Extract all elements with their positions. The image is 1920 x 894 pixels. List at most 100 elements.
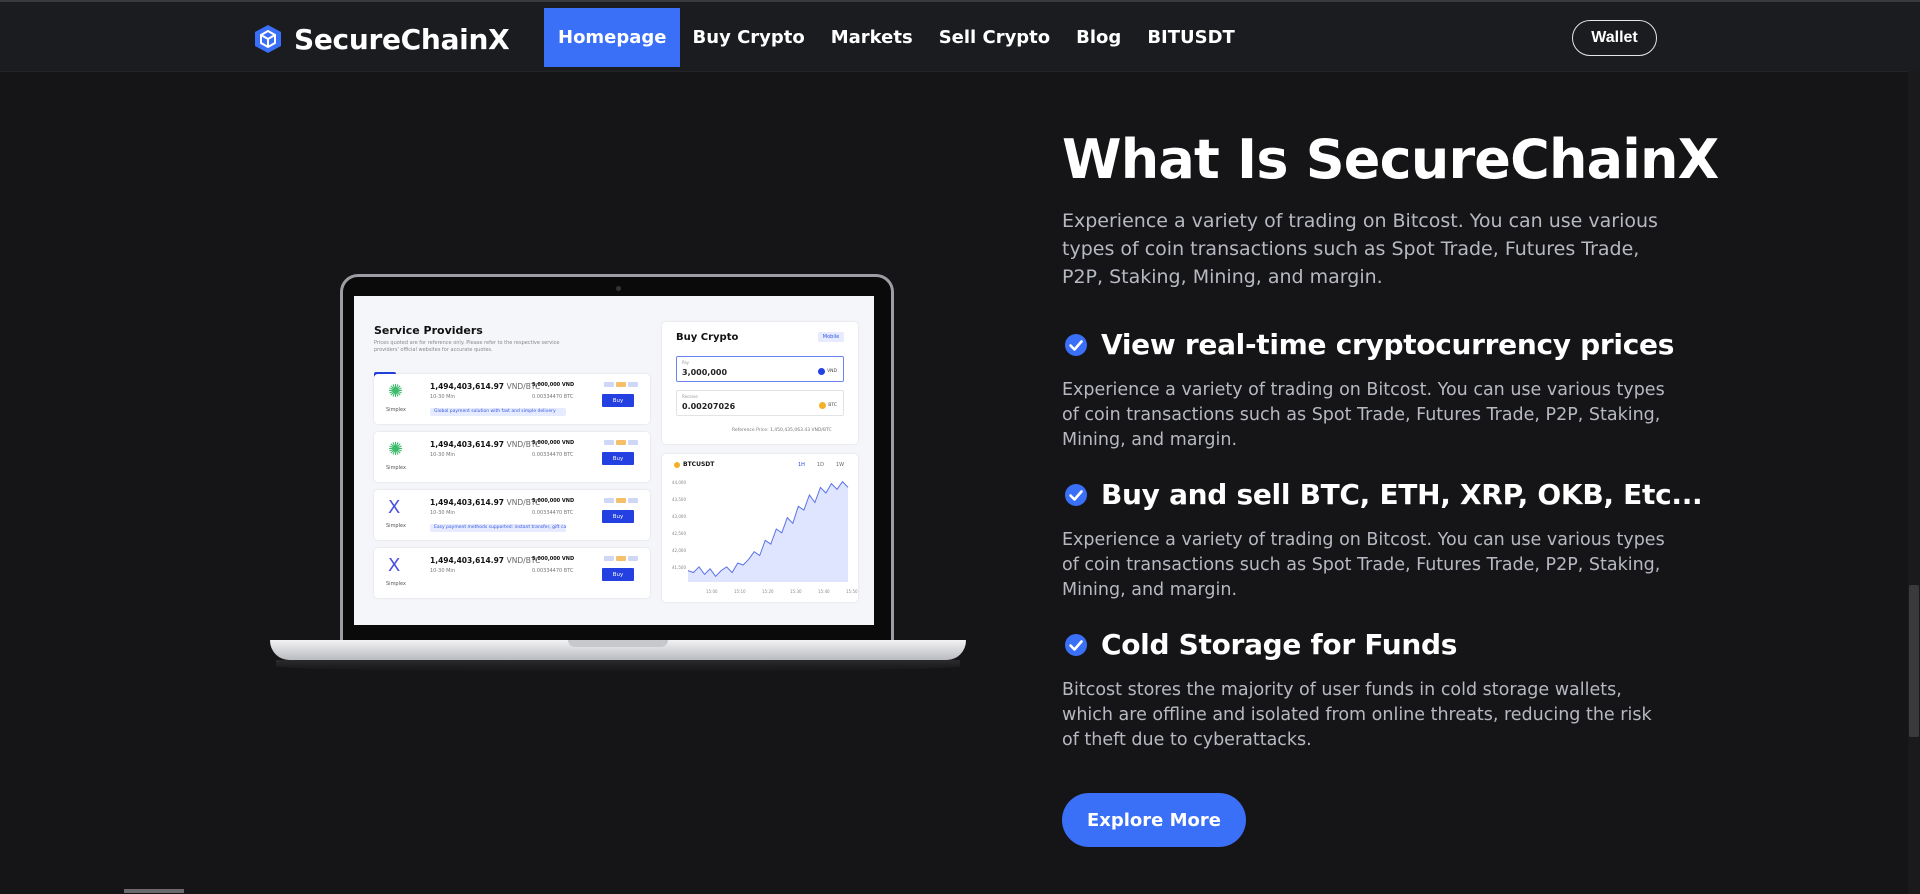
y-tick-label: 43,500	[672, 497, 686, 502]
feature-description: Experience a variety of trading on Bitco…	[1062, 380, 1665, 450]
nav-buy-crypto[interactable]: Buy Crypto	[680, 8, 818, 67]
price-chart-panel: BTCUSDT 1H 1D 1W 44,000 43,500 43,000 42,50…	[662, 454, 858, 602]
provider-time: 10-30 Min	[430, 568, 455, 574]
provider-limit: 5,000,000 VND	[532, 440, 575, 446]
receive-currency: BTC	[819, 402, 837, 409]
check-circle-icon	[1065, 633, 1087, 656]
x-tick-label: 15:00	[706, 589, 718, 594]
y-tick-label: 42,000	[672, 548, 686, 553]
provider-price: 1,494,403,614.97 VND/BTC	[430, 382, 541, 391]
buy-panel-title: Buy Crypto	[676, 332, 739, 343]
providers-note: Prices quoted are for reference only. Pl…	[374, 340, 560, 353]
feature-title: Buy and sell BTC, ETH, XRP, OKB, Etc...	[1101, 478, 1703, 511]
provider-card: X Simplex 1,494,403,614.97 VND/BTC 10-30 Mi…	[374, 548, 650, 598]
laptop-mockup-image: Service Providers Prices quoted are for …	[270, 274, 966, 678]
feature-buy-sell: Buy and sell BTC, ETH, XRP, OKB, Etc...	[1064, 478, 1703, 511]
provider-logo-icon: ✺	[388, 381, 404, 402]
provider-price: 1,494,403,614.97 VND/BTC	[430, 556, 541, 565]
payment-methods	[604, 382, 638, 387]
wallet-button[interactable]: Wallet	[1572, 20, 1657, 56]
receive-field: Receive 0.00207026 BTC	[676, 390, 844, 416]
provider-promo: Global payment solution with fast and si…	[430, 408, 566, 416]
providers-title: Service Providers	[374, 324, 483, 337]
provider-price: 1,494,403,614.97 VND/BTC	[430, 498, 541, 507]
x-tick-label: 15:10	[734, 589, 746, 594]
pay-field: Pay 3,000,000 VND	[676, 356, 844, 382]
provider-time: 10-30 Min	[430, 394, 455, 400]
payment-methods	[604, 440, 638, 445]
feature-title: Cold Storage for Funds	[1101, 628, 1458, 661]
receive-value: 0.00207026	[682, 402, 736, 411]
y-tick-label: 42,500	[672, 531, 686, 536]
provider-time: 10-30 Min	[430, 510, 455, 516]
provider-logo-icon: X	[388, 555, 401, 576]
provider-logo-icon: X	[388, 497, 401, 518]
cube-icon	[255, 25, 281, 53]
feature-cold-storage: Cold Storage for Funds	[1064, 628, 1457, 661]
buy-panel-tag: Mobile	[818, 332, 844, 342]
provider-name: Simplex	[386, 465, 406, 471]
brand-name: SecureChainX	[294, 22, 510, 56]
feature-description: Bitcost stores the majority of user fund…	[1062, 680, 1652, 750]
feature-title: View real-time cryptocurrency prices	[1101, 328, 1675, 361]
check-circle-icon	[1065, 483, 1087, 506]
provider-limit-btc: 0.00334470 BTC	[532, 510, 574, 516]
provider-limit: 5,000,000 VND	[532, 556, 575, 562]
explore-more-button[interactable]: Explore More	[1062, 793, 1246, 847]
x-tick-label: 15:30	[790, 589, 802, 594]
btc-price-chart: 44,000 43,500 43,000 42,500 42,000 41,500 15:0…	[672, 480, 858, 594]
horizontal-scroll-indicator	[124, 889, 184, 893]
provider-buy-button: Buy	[602, 510, 634, 523]
provider-name: Simplex	[386, 581, 406, 587]
provider-buy-button: Buy	[602, 394, 634, 407]
laptop-notch	[568, 640, 668, 647]
main-nav: Homepage Buy Crypto Markets Sell Crypto …	[544, 8, 1248, 67]
nav-homepage[interactable]: Homepage	[544, 8, 680, 67]
feature-realtime-prices: View real-time cryptocurrency prices	[1064, 328, 1674, 361]
payment-methods	[604, 556, 638, 561]
nav-sell-crypto[interactable]: Sell Crypto	[926, 8, 1063, 67]
buy-crypto-panel: Buy Crypto Mobile Pay 3,000,000 VND Rece…	[662, 322, 858, 444]
nav-markets[interactable]: Markets	[818, 8, 926, 67]
provider-limit-btc: 0.00334470 BTC	[532, 568, 574, 574]
provider-card: X Simplex 1,494,403,614.97 VND/BTC 10-30 Mi…	[374, 490, 650, 540]
page-scrollbar[interactable]	[1908, 71, 1920, 894]
provider-card: ✺ Simplex 1,494,403,614.97 VND/BTC 10-30 Mi…	[374, 432, 650, 482]
provider-price: 1,494,403,614.97 VND/BTC	[430, 440, 541, 449]
provider-logo-icon: ✺	[388, 439, 404, 460]
provider-limit: 5,000,000 VND	[532, 382, 575, 388]
laptop-screen: Service Providers Prices quoted are for …	[354, 296, 874, 625]
chart-area	[688, 481, 848, 582]
provider-card: ✺ Simplex 1,494,403,614.97 VND/BTC 10-30 Mi…	[374, 374, 650, 424]
provider-name: Simplex	[386, 407, 406, 413]
section-title: What Is SecureChainX	[1062, 128, 1719, 191]
x-tick-label: 15:50	[846, 589, 858, 594]
reference-price: Reference Price: 1,450,435,063.43 VND/BT…	[732, 428, 832, 433]
scrollbar-thumb[interactable]	[1909, 585, 1919, 737]
provider-promo: Easy payment methods supported: instant …	[430, 524, 566, 532]
laptop-shadow	[276, 660, 960, 672]
feature-description: Experience a variety of trading on Bitco…	[1062, 530, 1665, 600]
pay-value: 3,000,000	[682, 368, 728, 377]
section-intro: Experience a variety of trading on Bitco…	[1062, 210, 1658, 288]
nav-blog[interactable]: Blog	[1063, 8, 1134, 67]
payment-methods	[604, 498, 638, 503]
provider-buy-button: Buy	[602, 568, 634, 581]
y-tick-label: 41,500	[672, 565, 686, 570]
laptop-camera	[616, 286, 621, 291]
provider-time: 10-30 Min	[430, 452, 455, 458]
brand-logo-link[interactable]: SecureChainX	[252, 20, 510, 58]
provider-limit-btc: 0.00334470 BTC	[532, 394, 574, 400]
provider-limit: 5,000,000 VND	[532, 498, 575, 504]
check-circle-icon	[1065, 333, 1087, 356]
pay-currency: VND	[818, 368, 837, 375]
nav-bitusdt[interactable]: BITUSDT	[1134, 8, 1248, 67]
x-tick-label: 15:40	[818, 589, 830, 594]
provider-buy-button: Buy	[602, 452, 634, 465]
y-tick-label: 43,000	[672, 514, 686, 519]
pay-label: Pay	[682, 360, 690, 365]
provider-limit-btc: 0.00334470 BTC	[532, 452, 574, 458]
site-header: SecureChainX Homepage Buy Crypto Markets…	[0, 2, 1920, 72]
provider-name: Simplex	[386, 523, 406, 529]
y-tick-label: 44,000	[672, 480, 686, 485]
